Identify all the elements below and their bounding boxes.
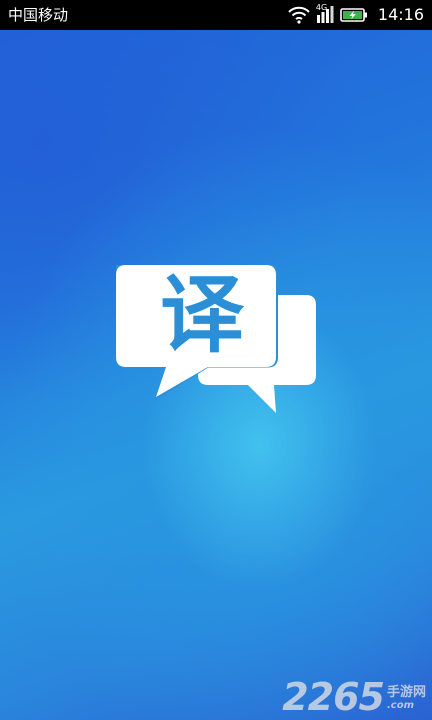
carrier-name: 中国移动 xyxy=(8,6,69,24)
watermark-side: 手游网 .com xyxy=(387,685,426,712)
splash-screen: 中国移动 4G 14:16 译 2265 手游网 .com xyxy=(0,0,432,720)
clock: 14:16 xyxy=(377,5,424,24)
app-logo: 译 xyxy=(116,265,320,415)
network-type-label: 4G xyxy=(315,3,328,12)
battery-charging-icon xyxy=(340,8,367,22)
watermark-number: 2265 xyxy=(282,675,385,719)
watermark-site-name: 手游网 xyxy=(386,685,426,700)
watermark: 2265 手游网 .com xyxy=(282,676,426,718)
logo-character: 译 xyxy=(159,265,244,364)
status-bar: 中国移动 4G 14:16 xyxy=(0,0,432,30)
network-type: 4G xyxy=(315,3,334,25)
watermark-domain: .com xyxy=(386,700,415,711)
wifi-icon xyxy=(288,6,310,24)
status-icons: 4G 14:16 xyxy=(288,0,424,30)
